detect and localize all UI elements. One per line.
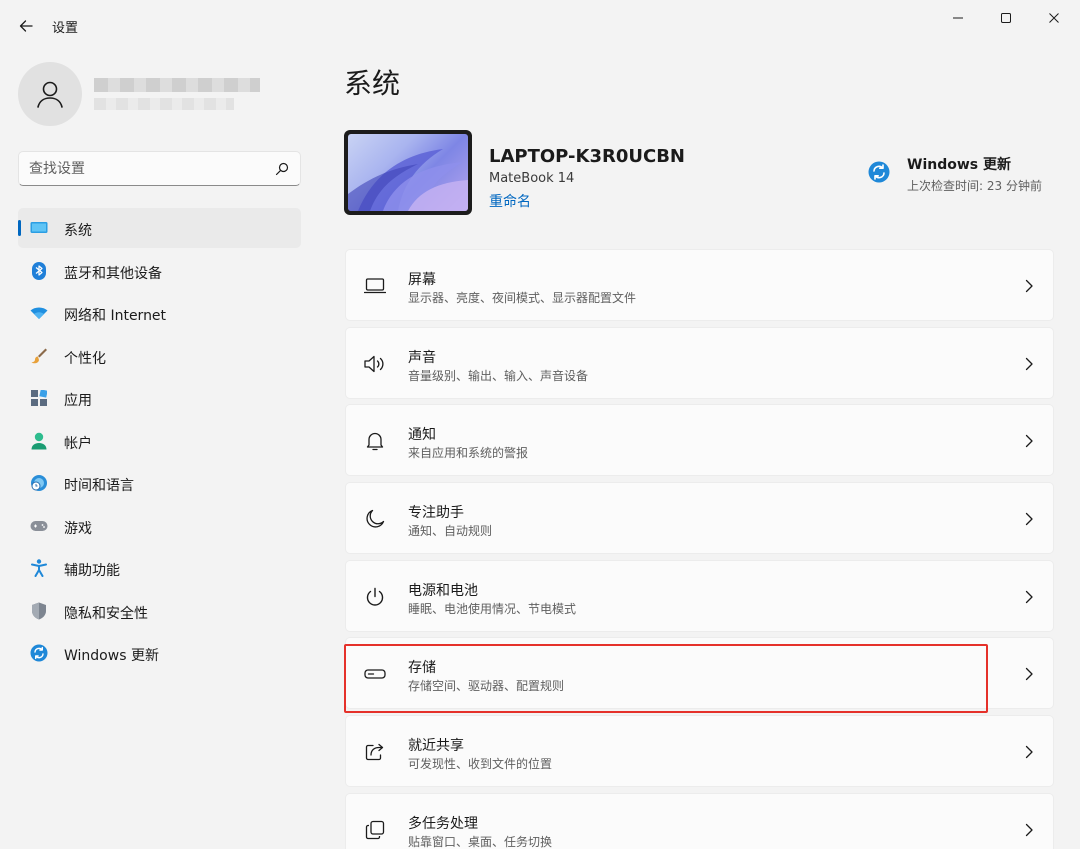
settings-card-display[interactable]: 屏幕 显示器、亮度、夜间模式、显示器配置文件 xyxy=(345,249,1054,321)
chevron-right-icon xyxy=(1025,357,1033,370)
close-button[interactable] xyxy=(1031,4,1077,32)
sidebar-item-bluetooth[interactable]: 蓝牙和其他设备 xyxy=(18,251,301,291)
settings-card-power-battery[interactable]: 电源和电池 睡眠、电池使用情况、节电模式 xyxy=(345,559,1054,632)
update-icon[interactable] xyxy=(868,161,890,183)
sidebar-item-label: Windows 更新 xyxy=(64,648,159,664)
chevron-right-icon xyxy=(1025,279,1033,293)
apps-icon xyxy=(30,389,48,407)
windows-update-title[interactable]: Windows 更新 xyxy=(907,154,1011,174)
card-subtitle: 显示器、亮度、夜间模式、显示器配置文件 xyxy=(408,291,637,305)
display-icon xyxy=(364,275,386,297)
app-title: 设置 xyxy=(52,21,79,36)
user-email-redacted xyxy=(94,98,234,110)
settings-card-nearby-sharing[interactable]: 就近共享 可发现性、收到文件的位置 xyxy=(345,715,1054,788)
settings-card-notifications[interactable]: 通知 来自应用和系统的警报 xyxy=(345,404,1054,477)
title-bar: 设置 xyxy=(0,0,1080,50)
card-subtitle: 可发现性、收到文件的位置 xyxy=(408,757,553,772)
card-title: 通知 xyxy=(408,427,436,444)
bell-icon xyxy=(364,430,386,452)
sidebar-item-label: 应用 xyxy=(64,393,92,409)
device-image xyxy=(344,130,472,215)
sidebar-item-gaming[interactable]: 游戏 xyxy=(18,506,301,546)
moon-icon xyxy=(364,508,386,530)
card-title: 就近共享 xyxy=(408,738,464,755)
share-icon xyxy=(364,741,386,763)
sidebar-item-apps[interactable]: 应用 xyxy=(18,378,301,418)
sidebar-item-time-language[interactable]: 时间和语言 xyxy=(18,463,301,503)
chevron-right-icon xyxy=(1025,745,1033,759)
sidebar-item-accessibility[interactable]: 辅助功能 xyxy=(18,548,301,588)
card-title: 专注助手 xyxy=(408,505,464,522)
minimize-button[interactable] xyxy=(935,4,981,32)
card-subtitle: 通知、自动规则 xyxy=(408,524,493,539)
wallpaper-thumbnail xyxy=(348,134,468,211)
chevron-right-icon xyxy=(1025,668,1033,681)
card-title: 声音 xyxy=(408,349,436,366)
sidebar-item-label: 游戏 xyxy=(64,520,92,537)
globe-clock-icon xyxy=(30,474,48,492)
close-icon xyxy=(1049,13,1059,23)
device-model: MateBook 14 xyxy=(489,171,575,186)
bluetooth-icon xyxy=(30,261,48,280)
monitor-icon xyxy=(30,219,48,237)
maximize-icon xyxy=(1001,13,1011,23)
card-subtitle: 来自应用和系统的警报 xyxy=(408,446,529,461)
power-icon xyxy=(364,586,386,608)
card-subtitle: 贴靠窗口、桌面、任务切换 xyxy=(408,834,553,849)
settings-card-multitasking[interactable]: 多任务处理 贴靠窗口、桌面、任务切换 xyxy=(345,792,1054,849)
sidebar-item-accounts[interactable]: 帐户 xyxy=(18,421,301,461)
back-button[interactable] xyxy=(12,12,40,40)
sidebar-nav: 系统 蓝牙和其他设备 网络和 Internet 个性化 应用 帐户 时间和语言 … xyxy=(18,208,301,676)
chevron-right-icon xyxy=(1025,590,1033,603)
sidebar-item-label: 网络和 Internet xyxy=(64,308,167,324)
sidebar-item-label: 时间和语言 xyxy=(64,478,134,494)
sidebar-item-privacy[interactable]: 隐私和安全性 xyxy=(18,591,301,631)
shield-icon xyxy=(30,602,48,620)
sidebar-item-label: 个性化 xyxy=(64,350,106,367)
storage-highlight-box xyxy=(344,644,988,713)
speaker-icon xyxy=(364,353,386,375)
settings-card-sound[interactable]: 声音 音量级别、输出、输入、声音设备 xyxy=(345,326,1054,399)
user-name-redacted xyxy=(94,78,260,92)
person-icon xyxy=(37,81,63,108)
sidebar-item-personalization[interactable]: 个性化 xyxy=(18,336,301,376)
sidebar-item-network[interactable]: 网络和 Internet xyxy=(18,293,301,333)
avatar[interactable] xyxy=(18,62,82,126)
device-name: LAPTOP-K3R0UCBN xyxy=(489,146,685,167)
gamepad-icon xyxy=(30,517,48,535)
card-subtitle: 睡眠、电池使用情况、节电模式 xyxy=(408,601,577,616)
card-title: 电源和电池 xyxy=(408,582,478,599)
sidebar-item-label: 帐户 xyxy=(64,435,92,452)
chevron-right-icon xyxy=(1025,512,1033,526)
sidebar-item-windows-update[interactable]: Windows 更新 xyxy=(18,633,301,673)
card-title: 屏幕 xyxy=(408,272,436,288)
windows-update-status: 上次检查时间: 23 分钟前 xyxy=(907,179,1042,193)
brush-icon xyxy=(30,347,48,365)
person-icon xyxy=(30,432,48,450)
accessibility-icon xyxy=(30,559,48,577)
search-box[interactable] xyxy=(18,151,301,186)
update-icon xyxy=(30,644,48,662)
maximize-button[interactable] xyxy=(983,4,1029,32)
arrow-left-icon xyxy=(19,20,33,32)
settings-card-focus-assist[interactable]: 专注助手 通知、自动规则 xyxy=(345,482,1054,555)
card-title: 多任务处理 xyxy=(408,815,478,832)
page-title: 系统 xyxy=(344,67,401,100)
search-input[interactable] xyxy=(29,158,269,180)
chevron-right-icon xyxy=(1025,435,1033,448)
sidebar-item-label: 蓝牙和其他设备 xyxy=(64,265,162,282)
sidebar-item-label: 系统 xyxy=(64,223,92,239)
multitask-icon xyxy=(364,819,386,841)
wifi-icon xyxy=(30,304,48,322)
card-subtitle: 音量级别、输出、输入、声音设备 xyxy=(408,368,589,383)
rename-link[interactable]: 重命名 xyxy=(489,191,531,211)
sidebar-item-label: 隐私和安全性 xyxy=(64,605,148,622)
sidebar-item-system[interactable]: 系统 xyxy=(18,208,301,248)
sidebar-item-label: 辅助功能 xyxy=(64,563,120,579)
minimize-icon xyxy=(953,17,963,19)
search-icon[interactable] xyxy=(274,161,290,177)
settings-list: 屏幕 显示器、亮度、夜间模式、显示器配置文件 声音 音量级别、输出、输入、声音设… xyxy=(345,249,1054,849)
chevron-right-icon xyxy=(1025,823,1033,836)
